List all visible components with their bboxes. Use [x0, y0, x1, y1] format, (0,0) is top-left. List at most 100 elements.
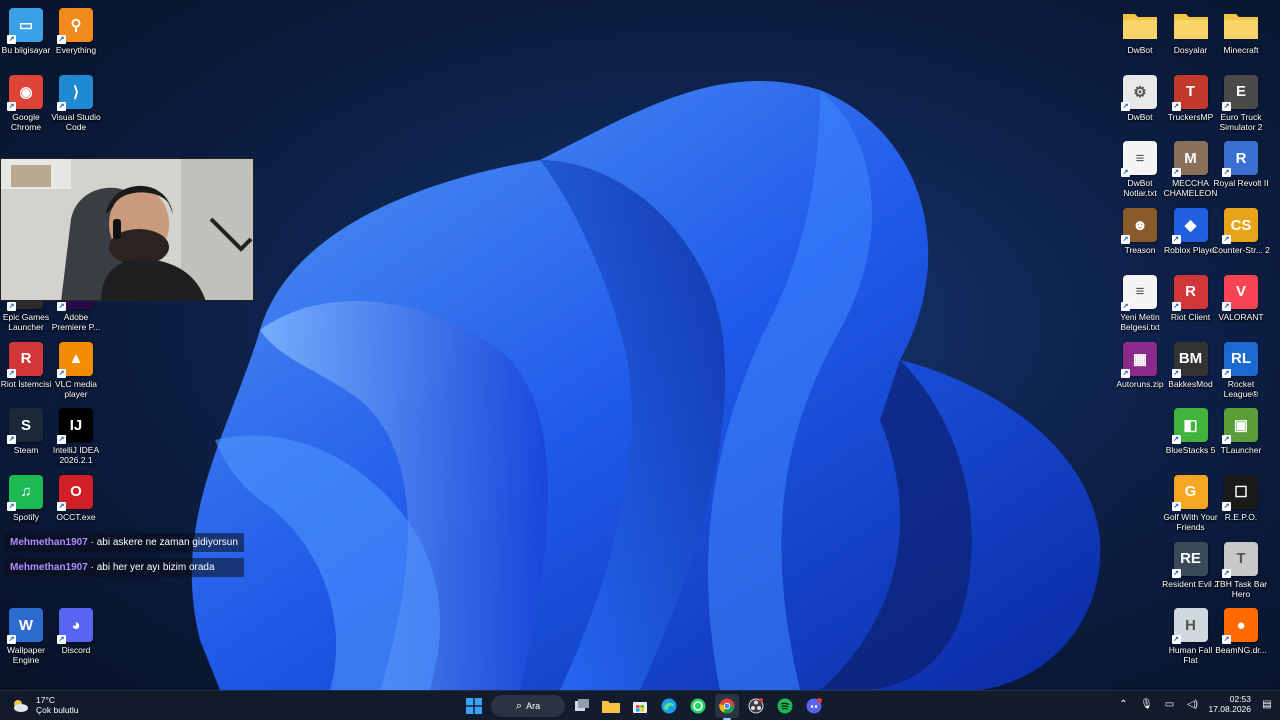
desktop-icon-visual-studio-code[interactable]: ⟩ ↗ Visual Studio Code	[50, 71, 102, 132]
edge-button[interactable]	[657, 694, 681, 718]
occt-icon: O ↗	[57, 474, 93, 511]
desktop-icon-tbh-taskbar[interactable]: T ↗ TBH Task Bar Hero	[1215, 538, 1267, 599]
desktop-icon-label: Yeni Metin Belgesi.txt	[1120, 311, 1160, 332]
treason-icon: ☻ ↗	[1121, 208, 1157, 245]
chevron-up-icon[interactable]: ⌃	[1116, 699, 1130, 710]
chrome-icon	[719, 698, 735, 714]
truckersmp-icon: T ↗	[1171, 74, 1208, 111]
desktop-icon-label: BeamNG.dr...	[1215, 645, 1267, 656]
desktop-icon-google-chrome[interactable]: ◉ ↗ Google Chrome	[0, 71, 52, 132]
desktop-icon-label: TruckersMP	[1167, 111, 1214, 122]
desktop-icon-autoruns[interactable]: ▦ ↗ Autoruns.zip	[1114, 338, 1166, 389]
spotify-button[interactable]	[773, 694, 797, 718]
task-view-icon	[575, 699, 589, 711]
desktop-icon-dwbot-notlar[interactable]: ≡ ↗ DwBot Notlar.txt	[1114, 137, 1166, 198]
dosyalar-folder-icon	[1173, 8, 1208, 42]
tlauncher-icon: ▣ ↗	[1222, 408, 1258, 445]
desktop-icon-label: Autoruns.zip	[1116, 378, 1164, 389]
everything-icon: ⚲ ↗	[57, 8, 93, 44]
desktop-icon-dwbot-folder[interactable]: DwBot	[1114, 4, 1166, 55]
desktop-icon-label: Riot Client	[1170, 311, 1211, 322]
desktop-icon-steam[interactable]: S ↗ Steam	[0, 404, 52, 455]
microsoft-store-button[interactable]	[628, 694, 652, 718]
desktop-icon-spotify[interactable]: ♫ ↗ Spotify	[0, 471, 52, 522]
clock[interactable]: 02:53 17.08.2026	[1208, 694, 1251, 714]
desktop-icon-bluestacks[interactable]: ◧ ↗ BlueStacks 5	[1165, 404, 1217, 455]
start-button[interactable]	[462, 694, 486, 718]
desktop-icon-treason[interactable]: ☻ ↗ Treason	[1114, 204, 1166, 255]
desktop-icon-label: DwBot	[1127, 45, 1153, 55]
google-chrome-icon: ◉ ↗	[7, 74, 43, 111]
discord-button[interactable]	[802, 694, 826, 718]
volume-icon[interactable]: ◁)	[1185, 699, 1199, 710]
taskbar-search[interactable]: ⌕ Ara	[491, 695, 565, 717]
desktop-icon-beamng[interactable]: ● ↗ BeamNG.dr...	[1215, 604, 1267, 655]
whatsapp-button[interactable]	[686, 694, 710, 718]
desktop-icon-intellij[interactable]: IJ ↗ IntelliJ IDEA 2026.2.1	[50, 404, 102, 465]
desktop-icon-valorant[interactable]: V ↗ VALORANT	[1215, 271, 1267, 322]
dwbot-notlar-icon: ≡ ↗	[1121, 141, 1157, 178]
desktop-icon-euro-truck[interactable]: E ↗ Euro Truck Simulator 2	[1215, 71, 1267, 132]
desktop-icon-counter-strike[interactable]: CS ↗ Counter-Str... 2	[1212, 204, 1270, 255]
meccha-icon: M ↗	[1171, 141, 1208, 178]
chrome-button[interactable]	[715, 694, 739, 720]
desktop-icon-truckersmp[interactable]: T ↗ TruckersMP	[1165, 71, 1217, 122]
desktop-icon-vlc[interactable]: ▲ ↗ VLC media player	[50, 338, 102, 399]
desktop-icon-everything[interactable]: ⚲ ↗ Everything	[50, 4, 102, 55]
chat-message: Mehmethan1907 · abi askere ne zaman gidi…	[4, 533, 244, 552]
clock-time: 02:53	[1229, 694, 1251, 704]
golf-friends-icon: G ↗	[1171, 474, 1208, 511]
desktop-icon-resident-evil[interactable]: RE ↗ Resident Evil 2	[1162, 538, 1219, 589]
riot-client-icon: R ↗	[1171, 274, 1208, 311]
desktop-icon-label: Rocket League®	[1223, 378, 1259, 399]
desktop-icon-discord[interactable]: ◕ ↗ Discord	[50, 604, 102, 655]
task-view-button[interactable]	[570, 694, 594, 718]
tbh-taskbar-icon: T ↗	[1222, 541, 1258, 578]
desktop-icon-dwbot-exe[interactable]: ⚙ ↗ DwBot	[1114, 71, 1166, 122]
desktop-icon-meccha[interactable]: M ↗ MECCHA CHAMELEON	[1164, 137, 1217, 198]
desktop-icon-label: IntelliJ IDEA 2026.2.1	[52, 445, 100, 466]
network-icon[interactable]: ▭	[1162, 699, 1176, 710]
discord-icon: ◕ ↗	[57, 608, 93, 645]
dwbot-exe-icon: ⚙ ↗	[1121, 74, 1157, 111]
desktop-icon-label: BakkesMod	[1168, 378, 1213, 389]
desktop-icon-bakkesmod[interactable]: BM ↗ BakkesMod	[1165, 338, 1217, 389]
search-icon: ⌕	[515, 699, 523, 712]
windows-logo-icon	[466, 698, 482, 714]
desktop-icon-tlauncher[interactable]: ▣ ↗ TLauncher	[1215, 404, 1267, 455]
desktop-icon-riot-client[interactable]: R ↗ Riot Client	[1165, 271, 1217, 322]
resident-evil-icon: RE ↗	[1171, 541, 1208, 578]
desktop-icon-label: Human Fall Flat	[1168, 645, 1213, 666]
desktop-icon-occt[interactable]: O ↗ OCCT.exe	[50, 471, 102, 522]
desktop-icon-label: Visual Studio Code	[51, 111, 101, 132]
microphone-icon[interactable]: 🎙︎	[1139, 699, 1153, 710]
desktop-icon-bu-bilgisayar[interactable]: ▭ ↗ Bu bilgisayar	[0, 4, 52, 55]
bakkesmod-icon: BM ↗	[1171, 341, 1208, 378]
obs-button[interactable]	[744, 694, 768, 718]
desktop-icon-minecraft-folder[interactable]: Minecraft	[1215, 4, 1267, 55]
desktop-icon-label: Adobe Premiere P...	[51, 311, 101, 332]
chat-username: Mehmethan1907	[10, 562, 88, 573]
desktop-icon-label: Discord	[61, 645, 91, 656]
desktop-icon-label: Royal Revolt II	[1213, 178, 1269, 189]
human-fall-flat-icon: H ↗	[1171, 608, 1208, 645]
wallpaper-engine-icon: W ↗	[7, 608, 43, 645]
desktop-icon-golf-friends[interactable]: G ↗ Golf With Your Friends	[1163, 471, 1218, 532]
desktop-icon-roblox[interactable]: ◆ ↗ Roblox Player	[1164, 204, 1217, 256]
desktop-icon-riot-istemcisi[interactable]: R ↗ Riot İstemcisi	[0, 338, 52, 389]
desktop-icon-dosyalar-folder[interactable]: Dosyalar	[1165, 4, 1217, 55]
file-explorer-button[interactable]	[599, 694, 623, 718]
desktop-icon-human-fall-flat[interactable]: H ↗ Human Fall Flat	[1165, 604, 1217, 665]
desktop-icon-wallpaper-engine[interactable]: W ↗ Wallpaper Engine	[0, 604, 52, 665]
notification-icon[interactable]: ▤	[1260, 699, 1274, 710]
weather-widget[interactable]: 17°C Çok bulutlu	[10, 695, 79, 715]
desktop-icon-yeni-metin[interactable]: ≡ ↗ Yeni Metin Belgesi.txt	[1114, 271, 1166, 332]
desktop-icon-label: Roblox Player	[1164, 245, 1217, 256]
desktop-icon-repo[interactable]: ☐ ↗ R.E.P.O.	[1215, 471, 1267, 522]
taskbar: 17°C Çok bulutlu ⌕ Ara ⌃ 🎙︎ ▭ ◁) 02:53 1…	[0, 690, 1280, 720]
desktop-icon-rocket-league[interactable]: RL ↗ Rocket League®	[1215, 338, 1267, 399]
desktop-icon-label: Minecraft	[1223, 45, 1259, 55]
desktop-icon-royal-revolt[interactable]: R ↗ Royal Revolt II	[1213, 137, 1269, 189]
windows-bloom-wallpaper	[191, 80, 1101, 690]
euro-truck-icon: E ↗	[1222, 74, 1258, 111]
